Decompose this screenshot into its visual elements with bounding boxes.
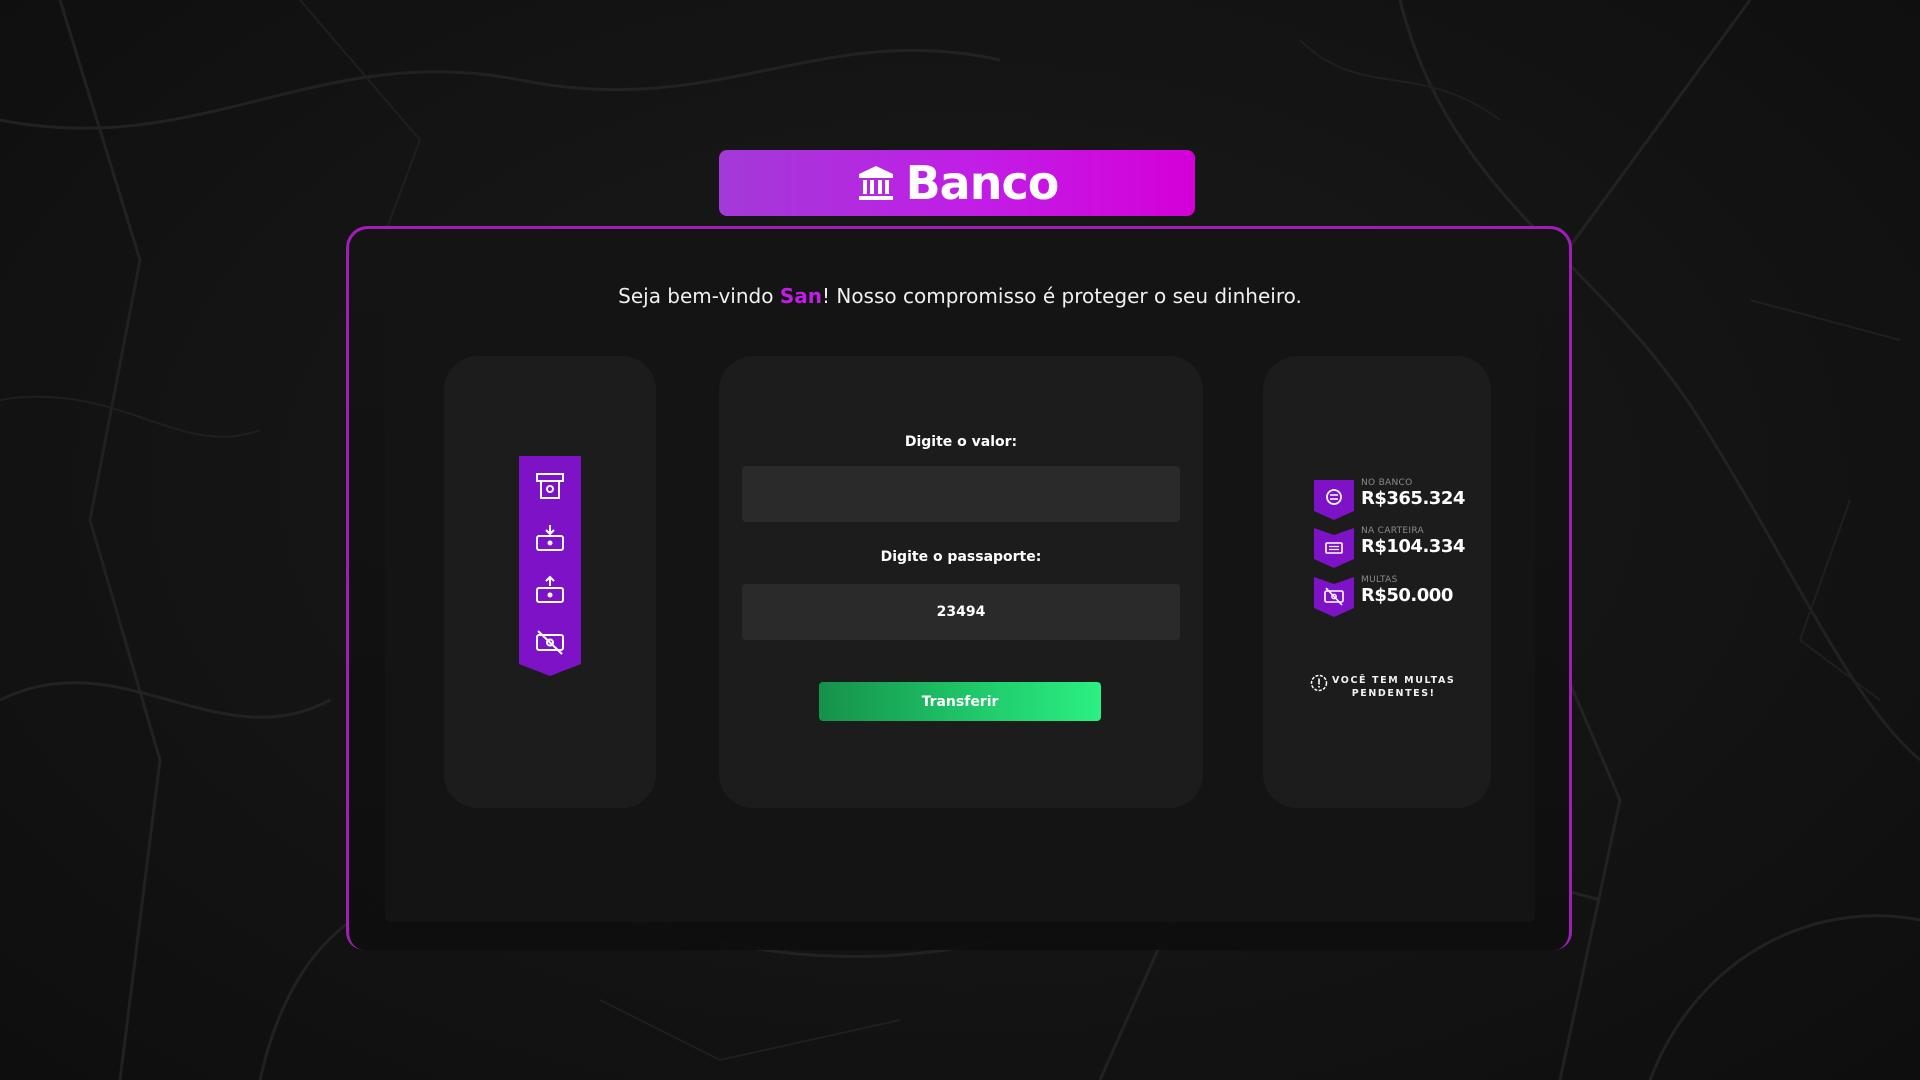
page-title-banner: Banco — [719, 150, 1195, 216]
warning-text: VOCÊ TEM MULTAS PENDENTES! — [1332, 674, 1455, 700]
bank-balance-value: R$365.324 — [1361, 488, 1465, 509]
page-title: Banco — [905, 156, 1060, 210]
welcome-suffix: ! Nosso compromisso é proteger o seu din… — [821, 284, 1302, 308]
bank-icon — [858, 166, 893, 200]
pending-fines-warning: VOCÊ TEM MULTAS PENDENTES! — [1310, 674, 1462, 700]
warning-line-1: VOCÊ TEM MULTAS — [1332, 675, 1456, 686]
no-money-icon — [536, 630, 564, 655]
action-menu — [519, 456, 581, 676]
amount-input[interactable] — [742, 466, 1180, 522]
amount-label: Digite o valor: — [904, 434, 1018, 450]
wallet-balance-value: R$104.334 — [1361, 536, 1465, 557]
transfer-card — [719, 356, 1203, 808]
welcome-message: Seja bem-vindo San! Nosso compromisso é … — [385, 284, 1535, 308]
deposit-icon — [536, 525, 564, 551]
atm-icon — [536, 473, 564, 499]
wallet-balance-label: NA CARTEIRA — [1361, 526, 1424, 536]
coin-icon — [1314, 480, 1354, 520]
fines-balance-value: R$50.000 — [1361, 585, 1453, 606]
withdraw-icon — [536, 575, 564, 603]
alert-icon — [1310, 674, 1328, 692]
passport-input[interactable] — [742, 584, 1180, 640]
bank-balance-label: NO BANCO — [1361, 478, 1413, 488]
welcome-prefix: Seja bem-vindo — [618, 284, 780, 308]
passport-label: Digite o passaporte: — [880, 549, 1042, 565]
bank-balance: NO BANCO R$365.324 — [1314, 478, 1484, 520]
fines-balance: MULTAS R$50.000 — [1314, 575, 1484, 617]
transfer-button[interactable]: Transferir — [819, 682, 1101, 721]
fines-balance-label: MULTAS — [1361, 575, 1398, 585]
warning-line-2: PENDENTES! — [1351, 688, 1436, 699]
wallet-balance: NA CARTEIRA R$104.334 — [1314, 526, 1484, 568]
no-money-icon — [1314, 577, 1354, 617]
fines-button[interactable] — [519, 612, 581, 676]
wallet-icon — [1314, 528, 1354, 568]
user-name: San — [779, 284, 822, 308]
